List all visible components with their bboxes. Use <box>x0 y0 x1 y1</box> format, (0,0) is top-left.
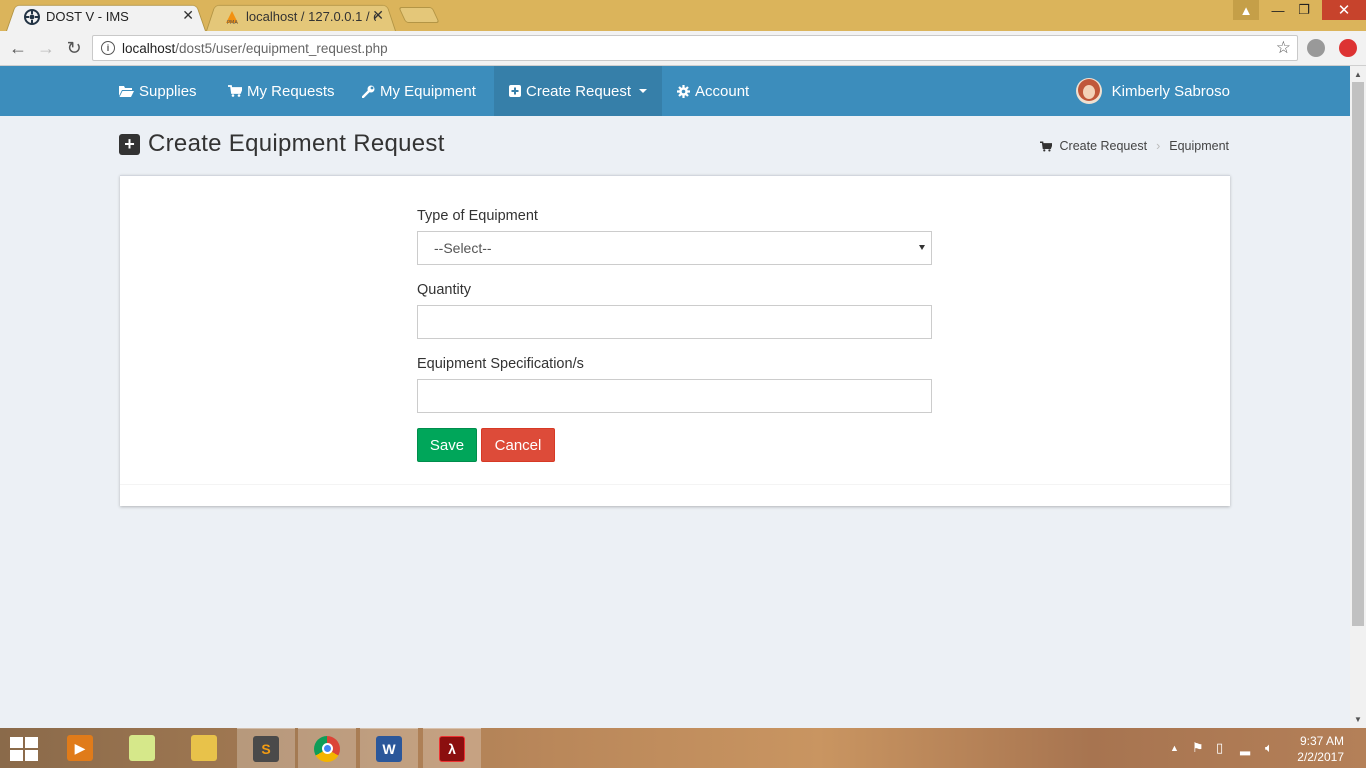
breadcrumb: Create Request › Equipment <box>1039 139 1229 153</box>
quantity-group: Quantity <box>417 282 932 339</box>
scrollbar-thumb[interactable] <box>1352 82 1364 626</box>
tab-close-icon[interactable]: ✕ <box>182 7 194 24</box>
bookmark-star-icon[interactable]: ☆ <box>1276 38 1291 58</box>
battery-icon[interactable]: ▯ <box>1216 740 1223 756</box>
browser-titlebar: DOST V - IMS ✕ PMA localhost / 127.0.0.1… <box>0 0 1366 31</box>
network-icon[interactable]: ▂ <box>1240 740 1250 756</box>
equipment-type-group: Type of Equipment --Select-- <box>417 208 932 265</box>
dost-favicon-icon <box>24 8 40 25</box>
nav-supplies[interactable]: Supplies <box>119 66 197 116</box>
extension-icon[interactable] <box>1307 39 1325 57</box>
specification-input[interactable] <box>417 379 932 413</box>
breadcrumb-link[interactable]: Create Request <box>1060 139 1148 153</box>
specification-group: Equipment Specification/s <box>417 356 932 413</box>
window-close-button[interactable]: ✕ <box>1322 0 1366 20</box>
chrome-taskbar-icon[interactable] <box>298 728 356 768</box>
taskbar-clock[interactable]: 9:37 AM 2/2/2017 <box>1297 733 1344 765</box>
page-title: Create Equipment Request <box>148 130 445 157</box>
phpmyadmin-favicon-icon: PMA <box>224 9 240 25</box>
plus-square-icon <box>509 85 521 97</box>
cancel-button[interactable]: Cancel <box>481 428 555 462</box>
restore-button[interactable]: ❐ <box>1290 0 1318 20</box>
avatar <box>1075 78 1102 104</box>
windows-taskbar: ▶ S W λ ▲ ⚑ ▯ ▂ 🔈︎ 9:37 AM 2/2/2017 <box>0 728 1366 768</box>
sublime-text-taskbar-icon[interactable]: S <box>237 728 295 768</box>
media-player-taskbar-icon[interactable]: ▶ <box>51 728 109 768</box>
nav-label: My Requests <box>247 82 335 100</box>
browser-tab[interactable]: PMA localhost / 127.0.0.1 / do ✕ <box>206 2 396 31</box>
save-button[interactable]: Save <box>417 428 477 462</box>
caret-down-icon <box>639 89 648 93</box>
acrobat-taskbar-icon[interactable]: λ <box>423 728 481 768</box>
plus-square-icon: + <box>119 133 140 155</box>
main-navbar: Supplies My Requests My Equipment Create… <box>0 66 1350 116</box>
cart-icon <box>1039 140 1052 152</box>
select-value: --Select-- <box>434 240 492 256</box>
browser-tab-active[interactable]: DOST V - IMS ✕ <box>6 2 206 31</box>
show-hidden-icons-icon[interactable]: ▲ <box>1170 743 1179 753</box>
tab-title: DOST V - IMS <box>46 9 129 24</box>
cart-icon <box>228 85 242 97</box>
user-name: Kimberly Sabroso <box>1111 82 1230 100</box>
extension-update-icon[interactable] <box>1339 39 1357 57</box>
volume-icon[interactable]: 🔈︎ <box>1265 740 1273 756</box>
equipment-type-select[interactable]: --Select-- <box>417 231 932 265</box>
windows-start-icon[interactable] <box>10 737 38 761</box>
nav-account[interactable]: Account <box>677 66 749 116</box>
tab-close-icon[interactable]: ✕ <box>372 7 384 24</box>
nav-my-equipment[interactable]: My Equipment <box>362 66 476 116</box>
page-scrollbar[interactable]: ▲ ▼ <box>1350 66 1366 728</box>
folder-open-icon <box>119 85 134 97</box>
gear-icon <box>677 84 690 98</box>
specification-label: Equipment Specification/s <box>417 356 584 372</box>
quantity-label: Quantity <box>417 282 471 298</box>
nav-create-request[interactable]: Create Request <box>494 66 662 116</box>
wrench-icon <box>362 85 375 98</box>
chevron-right-icon: › <box>1156 139 1161 153</box>
scroll-up-icon[interactable]: ▲ <box>1354 70 1362 79</box>
new-tab-button[interactable] <box>398 7 440 23</box>
clock-date: 2/2/2017 <box>1297 750 1344 764</box>
quantity-input[interactable] <box>417 305 932 339</box>
sticky-notes-taskbar-icon[interactable] <box>113 728 171 768</box>
word-taskbar-icon[interactable]: W <box>360 728 418 768</box>
url-text: localhost/dost5/user/equipment_request.p… <box>122 40 388 56</box>
user-menu[interactable]: Kimberly Sabroso <box>1075 66 1230 116</box>
minimize-button[interactable]: — <box>1264 0 1292 20</box>
back-button[interactable]: ← <box>6 37 30 59</box>
browser-toolbar: ← → ↻ i localhost/dost5/user/equipment_r… <box>0 31 1366 66</box>
address-bar[interactable]: i localhost/dost5/user/equipment_request… <box>92 35 1298 61</box>
action-center-flag-icon[interactable]: ⚑ <box>1192 740 1204 756</box>
request-form-box: Type of Equipment --Select-- Quantity Eq… <box>120 175 1230 506</box>
clock-time: 9:37 AM <box>1299 734 1344 748</box>
page-header: + Create Equipment Request <box>119 130 445 158</box>
breadcrumb-current: Equipment <box>1169 139 1229 153</box>
nav-my-requests[interactable]: My Requests <box>228 66 335 116</box>
forward-button[interactable]: → <box>34 37 58 59</box>
nav-label: My Equipment <box>380 82 476 100</box>
info-icon[interactable]: i <box>101 41 115 55</box>
box-footer <box>120 484 1230 506</box>
nav-label: Create Request <box>526 82 632 100</box>
tab-title: localhost / 127.0.0.1 / do <box>246 9 376 24</box>
scroll-down-icon[interactable]: ▼ <box>1354 715 1362 724</box>
svg-text:PMA: PMA <box>227 20 238 25</box>
nav-label: Account <box>695 82 750 100</box>
profile-icon[interactable]: ▲ <box>1233 0 1259 20</box>
equipment-type-label: Type of Equipment <box>417 208 538 224</box>
reload-button[interactable]: ↻ <box>62 37 86 59</box>
nav-label: Supplies <box>139 82 197 100</box>
dropdown-arrow-icon <box>919 245 925 250</box>
file-explorer-taskbar-icon[interactable] <box>175 728 233 768</box>
